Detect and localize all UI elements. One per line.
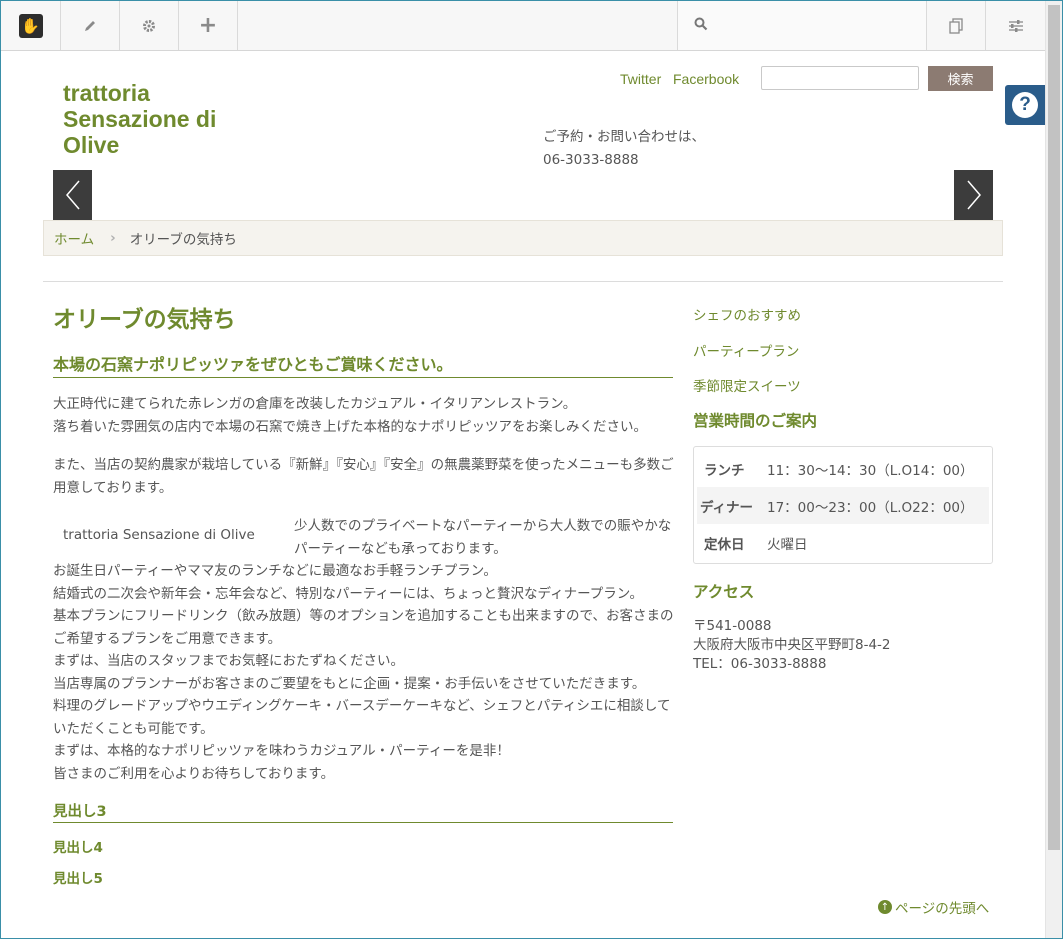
slider-next-button[interactable]	[954, 170, 993, 220]
site-search-input[interactable]	[761, 66, 919, 90]
settings-button[interactable]	[120, 1, 179, 50]
sitemap-button[interactable]	[927, 1, 986, 50]
hours-row: ランチ 11：30〜14：30（L.O14：00）	[697, 450, 989, 487]
heading-4: 見出し4	[53, 840, 103, 856]
divider	[43, 281, 1003, 282]
plans-line: まずは、本格的なナポリピッツァを味わうカジュアル・パーティーを是非！	[53, 743, 510, 759]
question-icon: ?	[1012, 92, 1038, 118]
add-block-button[interactable]: +	[179, 1, 238, 50]
dashboard-button[interactable]	[986, 1, 1045, 50]
section-heading: 本場の石窯ナポリピッツァをぜひともご賞味ください。	[53, 351, 673, 378]
plans-line: 基本プランにフリードリンク（飲み放題）等のオプションを追加することも出来ますので…	[53, 608, 674, 647]
page-top-label: ページの先頭へ	[895, 901, 990, 917]
plans-line: 料理のグレードアップやウエディングケーキ・バースデーケーキなど、シェフとパティシ…	[53, 698, 671, 737]
chevron-left-icon	[65, 180, 80, 210]
page-title: オリーブの気持ち	[53, 307, 236, 333]
hours-value: 火曜日	[767, 536, 808, 553]
toolbar-search	[677, 1, 927, 50]
slider-prev-button[interactable]	[53, 170, 92, 220]
site-search-button[interactable]: 検索	[928, 66, 993, 91]
breadcrumb-chevron-icon: ›	[110, 230, 116, 246]
plus-icon: +	[198, 13, 218, 38]
sidebar-link-party[interactable]: パーティープラン	[693, 340, 799, 360]
party-paragraph: 少人数でのプライベートなパーティーから大人数での賑やかなパーティーなども承ってお…	[294, 518, 672, 557]
hours-row: 定休日 火曜日	[697, 524, 989, 561]
intro-line: 落ち着いた雰囲気の店内で本場の石窯で焼き上げた本格的なナポリピッツアをお楽しみく…	[53, 418, 647, 435]
phone-number: TEL：06-3033-8888	[693, 656, 827, 672]
sidebar-link-chef[interactable]: シェフのおすすめ	[693, 304, 801, 324]
sliders-icon	[1008, 19, 1023, 32]
plans-line: まずは、当店のスタッフまでお気軽におたずねください。	[53, 653, 404, 669]
hours-value: 11：30〜14：30（L.O14：00）	[767, 462, 974, 479]
street-address: 大阪府大阪市中央区平野町8-4-2	[693, 637, 891, 653]
arrow-up-icon: ↑	[878, 900, 892, 914]
hours-label: ランチ	[704, 462, 745, 479]
intro-paragraph: 大正時代に建てられた赤レンガの倉庫を改装したカジュアル・イタリアンレストラン。 …	[53, 393, 678, 438]
hours-value: 17：00〜23：00（L.O22：00）	[767, 499, 974, 516]
hours-label: 定休日	[704, 536, 745, 553]
help-button[interactable]: ?	[1005, 85, 1045, 125]
toolbar-search-input[interactable]	[718, 11, 918, 41]
gear-icon	[143, 19, 155, 32]
page-top-link[interactable]: ↑ ページの先頭へ	[878, 897, 989, 917]
cms-logo-button[interactable]: ✋	[1, 1, 61, 50]
heading-3: 見出し3	[53, 800, 673, 823]
edit-button[interactable]	[61, 1, 120, 50]
contact-info: ご予約・お問い合わせは、 06-3033-8888	[543, 126, 705, 172]
breadcrumb-home-link[interactable]: ホーム	[54, 228, 94, 248]
pages-icon	[949, 17, 963, 34]
plans-paragraph: お誕生日パーティーやママ友のランチなどに最適なお手軽ランチプラン。 結婚式の二次…	[53, 560, 678, 785]
access-heading: アクセス	[693, 583, 755, 601]
image-alt-text: trattoria Sensazione di Olive	[63, 527, 255, 543]
address-block: 〒541-0088 大阪府大阪市中央区平野町8-4-2 TEL：06-3033-…	[693, 617, 891, 674]
contact-text: ご予約・お問い合わせは、	[543, 129, 705, 145]
vegetable-paragraph: また、当店の契約農家が栽培している『新鮮』『安心』『安全』の無農薬野菜を使ったメ…	[53, 457, 674, 496]
hand-logo-icon: ✋	[18, 13, 43, 38]
hours-table: ランチ 11：30〜14：30（L.O14：00） ディナー 17：00〜23：…	[693, 446, 993, 564]
site-title[interactable]: trattoria Sensazione di Olive	[63, 80, 263, 158]
breadcrumb: ホーム › オリーブの気持ち	[43, 220, 1003, 256]
intro-line: 大正時代に建てられた赤レンガの倉庫を改装したカジュアル・イタリアンレストラン。	[53, 396, 577, 412]
postal-code: 〒541-0088	[693, 618, 772, 634]
hours-label: ディナー	[700, 499, 754, 516]
cms-toolbar: ✋ +	[1, 1, 1045, 51]
scrollbar-thumb[interactable]	[1048, 5, 1060, 850]
vertical-scrollbar[interactable]	[1045, 1, 1062, 938]
plans-line: 結婚式の二次会や新年会・忘年会など、特別なパーティーには、ちょっと贅沢なディナー…	[53, 585, 643, 602]
facebook-link[interactable]: Facerbook	[673, 71, 739, 87]
chevron-right-icon	[966, 180, 981, 210]
twitter-link[interactable]: Twitter	[620, 71, 661, 87]
heading-5: 見出し5	[53, 871, 103, 887]
plans-line: 当店専属のプランナーがお客さまのご要望をもとに企画・提案・お手伝いをさせていただ…	[53, 675, 646, 692]
search-icon	[694, 17, 708, 31]
hours-row: ディナー 17：00〜23：00（L.O22：00）	[697, 487, 989, 524]
hours-heading: 営業時間のご案内	[693, 412, 818, 430]
sidebar-link-sweets[interactable]: 季節限定スイーツ	[693, 375, 801, 395]
contact-phone: 06-3033-8888	[543, 152, 639, 168]
plans-line: 皆さまのご利用を心よりお待ちしております。	[53, 765, 335, 782]
pencil-icon	[85, 20, 95, 31]
plans-line: お誕生日パーティーやママ友のランチなどに最適なお手軽ランチプラン。	[53, 563, 497, 579]
breadcrumb-current: オリーブの気持ち	[129, 232, 237, 248]
